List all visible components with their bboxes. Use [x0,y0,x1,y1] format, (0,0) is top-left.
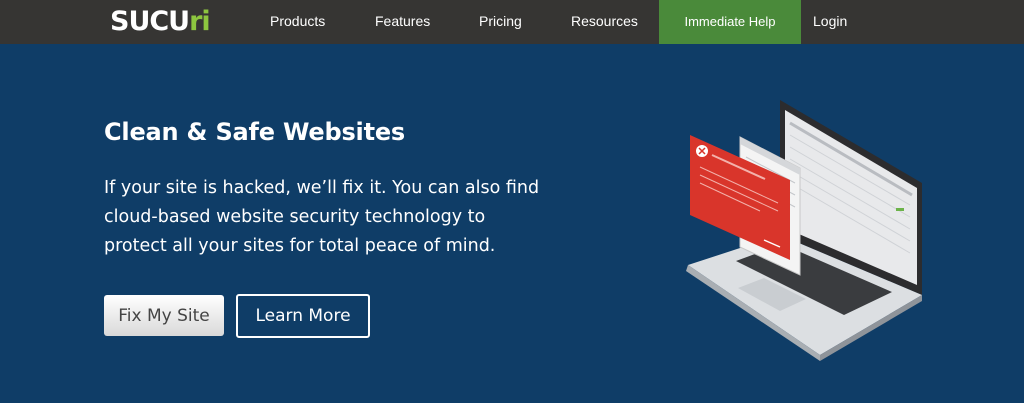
logo-accent-text: ri [189,5,211,37]
nav-item-products[interactable]: Products [270,0,325,44]
fix-my-site-button[interactable]: Fix My Site [104,295,224,336]
top-navigation: SUCU ri Products Features Pricing Resourc… [0,0,1024,44]
hero-description: If your site is hacked, we’ll fix it. Yo… [104,178,540,256]
sucuri-logo[interactable]: SUCU ri [110,5,211,37]
laptop-illustration [686,100,922,361]
logo-text: SUCU [110,5,190,37]
immediate-help-button[interactable]: Immediate Help [659,0,801,44]
nav-item-resources[interactable]: Resources [571,0,638,44]
hero-title: Clean & Safe Websites [104,118,406,146]
nav-item-pricing[interactable]: Pricing [479,0,522,44]
nav-item-features[interactable]: Features [375,0,430,44]
login-link[interactable]: Login [813,0,847,44]
learn-more-button[interactable]: Learn More [236,294,370,338]
